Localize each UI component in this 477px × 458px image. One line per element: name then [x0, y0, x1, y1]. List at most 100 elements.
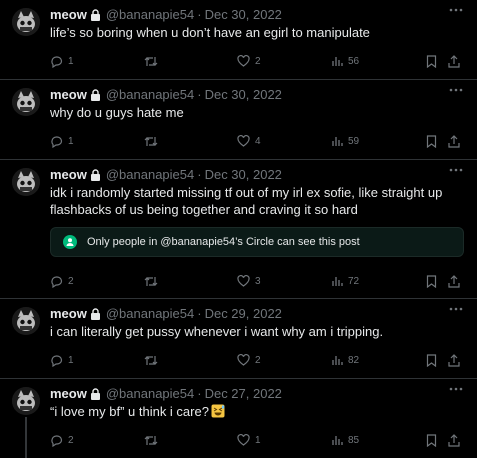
- reply-count: 2: [68, 275, 74, 287]
- more-options-icon[interactable]: [449, 307, 463, 311]
- display-name[interactable]: meow: [50, 7, 87, 22]
- bookmark-button[interactable]: [426, 52, 437, 70]
- handle[interactable]: @bananapie54: [106, 386, 194, 401]
- bookmark-icon: [426, 274, 437, 288]
- like-button[interactable]: 3: [237, 272, 261, 290]
- share-button[interactable]: [448, 272, 460, 290]
- timestamp[interactable]: Dec 29, 2022: [205, 306, 282, 321]
- view-count: 72: [348, 275, 360, 287]
- views-button[interactable]: 56: [331, 52, 359, 70]
- display-name[interactable]: meow: [50, 306, 87, 321]
- tweet-header: meow @bananapie54 · Dec 30, 2022: [50, 86, 463, 103]
- tweet[interactable]: meow @bananapie54 · Dec 30, 2022 idk i r…: [0, 160, 477, 299]
- reply-icon: [51, 55, 63, 68]
- view-count: 82: [348, 354, 360, 366]
- timestamp[interactable]: Dec 30, 2022: [205, 167, 282, 182]
- like-count: 3: [255, 275, 261, 287]
- bookmark-button[interactable]: [426, 272, 437, 290]
- more-options-icon[interactable]: [449, 387, 463, 391]
- handle[interactable]: @bananapie54: [106, 306, 194, 321]
- views-button[interactable]: 72: [331, 272, 359, 290]
- tweet[interactable]: meow @bananapie54 · Dec 30, 2022 life’s …: [0, 0, 477, 80]
- heart-icon: [237, 354, 250, 366]
- tweet-actions: 1 2 82: [50, 351, 463, 369]
- tweet[interactable]: meow @bananapie54 · Dec 29, 2022 i can l…: [0, 299, 477, 379]
- tweet[interactable]: meow @bananapie54 · Dec 27, 2022 “i love…: [0, 379, 477, 458]
- display-name[interactable]: meow: [50, 167, 87, 182]
- avatar[interactable]: [12, 168, 40, 196]
- like-count: 2: [255, 354, 261, 366]
- tweet-text: “i love my bf” u think i care?: [50, 403, 455, 420]
- tweet-content: meow @bananapie54 · Dec 30, 2022 idk i r…: [50, 166, 464, 288]
- like-button[interactable]: 2: [237, 52, 261, 70]
- timestamp[interactable]: Dec 30, 2022: [205, 7, 282, 22]
- reply-icon: [51, 275, 63, 288]
- bookmark-button[interactable]: [426, 351, 437, 369]
- share-button[interactable]: [448, 351, 460, 369]
- heart-icon: [237, 55, 250, 67]
- tweet-text: why do u guys hate me: [50, 105, 184, 120]
- tweet-header: meow @bananapie54 · Dec 30, 2022: [50, 166, 463, 183]
- share-button[interactable]: [448, 52, 460, 70]
- views-button[interactable]: 59: [331, 132, 359, 150]
- retweet-button[interactable]: [144, 132, 163, 150]
- retweet-button[interactable]: [144, 52, 163, 70]
- avatar[interactable]: [12, 88, 40, 116]
- timestamp[interactable]: Dec 27, 2022: [205, 386, 282, 401]
- like-button[interactable]: 4: [237, 132, 261, 150]
- tweet-content: meow @bananapie54 · Dec 30, 2022 life’s …: [50, 6, 463, 68]
- handle[interactable]: @bananapie54: [106, 87, 194, 102]
- timeline-feed: meow @bananapie54 · Dec 30, 2022 life’s …: [0, 0, 477, 458]
- tweet-actions: 2 1 85: [50, 431, 463, 449]
- display-name[interactable]: meow: [50, 386, 87, 401]
- reply-button[interactable]: 1: [50, 132, 74, 150]
- avatar[interactable]: [12, 307, 40, 335]
- timestamp[interactable]: Dec 30, 2022: [205, 87, 282, 102]
- reply-button[interactable]: 2: [50, 431, 74, 449]
- lock-icon: [90, 387, 100, 400]
- bookmark-icon: [426, 54, 437, 68]
- tweet-header: meow @bananapie54 · Dec 27, 2022: [50, 385, 463, 402]
- tweet-actions: 1 2 56: [50, 52, 463, 70]
- view-count: 85: [348, 434, 360, 446]
- reply-button[interactable]: 1: [50, 52, 74, 70]
- share-icon: [448, 433, 460, 447]
- heart-icon: [237, 434, 250, 446]
- more-options-icon[interactable]: [449, 8, 463, 12]
- views-chart-icon: [332, 436, 343, 445]
- avatar[interactable]: [12, 387, 40, 415]
- bookmark-icon: [426, 134, 437, 148]
- like-button[interactable]: 1: [237, 431, 261, 449]
- separator-dot: ·: [197, 306, 202, 321]
- separator-dot: ·: [197, 87, 202, 102]
- reply-button[interactable]: 2: [50, 272, 74, 290]
- share-button[interactable]: [448, 132, 460, 150]
- views-chart-icon: [332, 137, 343, 146]
- retweet-icon: [144, 355, 158, 365]
- circle-notice: Only people in @bananapie54’s Circle can…: [50, 227, 464, 257]
- handle[interactable]: @bananapie54: [106, 7, 194, 22]
- view-count: 56: [348, 55, 360, 67]
- more-options-icon[interactable]: [449, 168, 463, 172]
- more-options-icon[interactable]: [449, 88, 463, 92]
- like-count: 4: [255, 135, 261, 147]
- views-button[interactable]: 85: [331, 431, 359, 449]
- views-button[interactable]: 82: [331, 351, 359, 369]
- reply-button[interactable]: 1: [50, 351, 74, 369]
- tweet-text: i can literally get pussy whenever i wan…: [50, 324, 384, 339]
- display-name[interactable]: meow: [50, 87, 87, 102]
- laughing-sweat-emoji-icon: [211, 404, 225, 418]
- thread-line: [25, 417, 27, 458]
- like-button[interactable]: 2: [237, 351, 261, 369]
- retweet-button[interactable]: [144, 272, 163, 290]
- tweet[interactable]: meow @bananapie54 · Dec 30, 2022 why do …: [0, 80, 477, 160]
- bookmark-button[interactable]: [426, 132, 437, 150]
- share-button[interactable]: [448, 431, 460, 449]
- retweet-button[interactable]: [144, 351, 163, 369]
- bookmark-button[interactable]: [426, 431, 437, 449]
- avatar[interactable]: [12, 8, 40, 36]
- like-count: 2: [255, 55, 261, 67]
- handle[interactable]: @bananapie54: [106, 167, 194, 182]
- tweet-header: meow @bananapie54 · Dec 29, 2022: [50, 305, 463, 322]
- retweet-button[interactable]: [144, 431, 163, 449]
